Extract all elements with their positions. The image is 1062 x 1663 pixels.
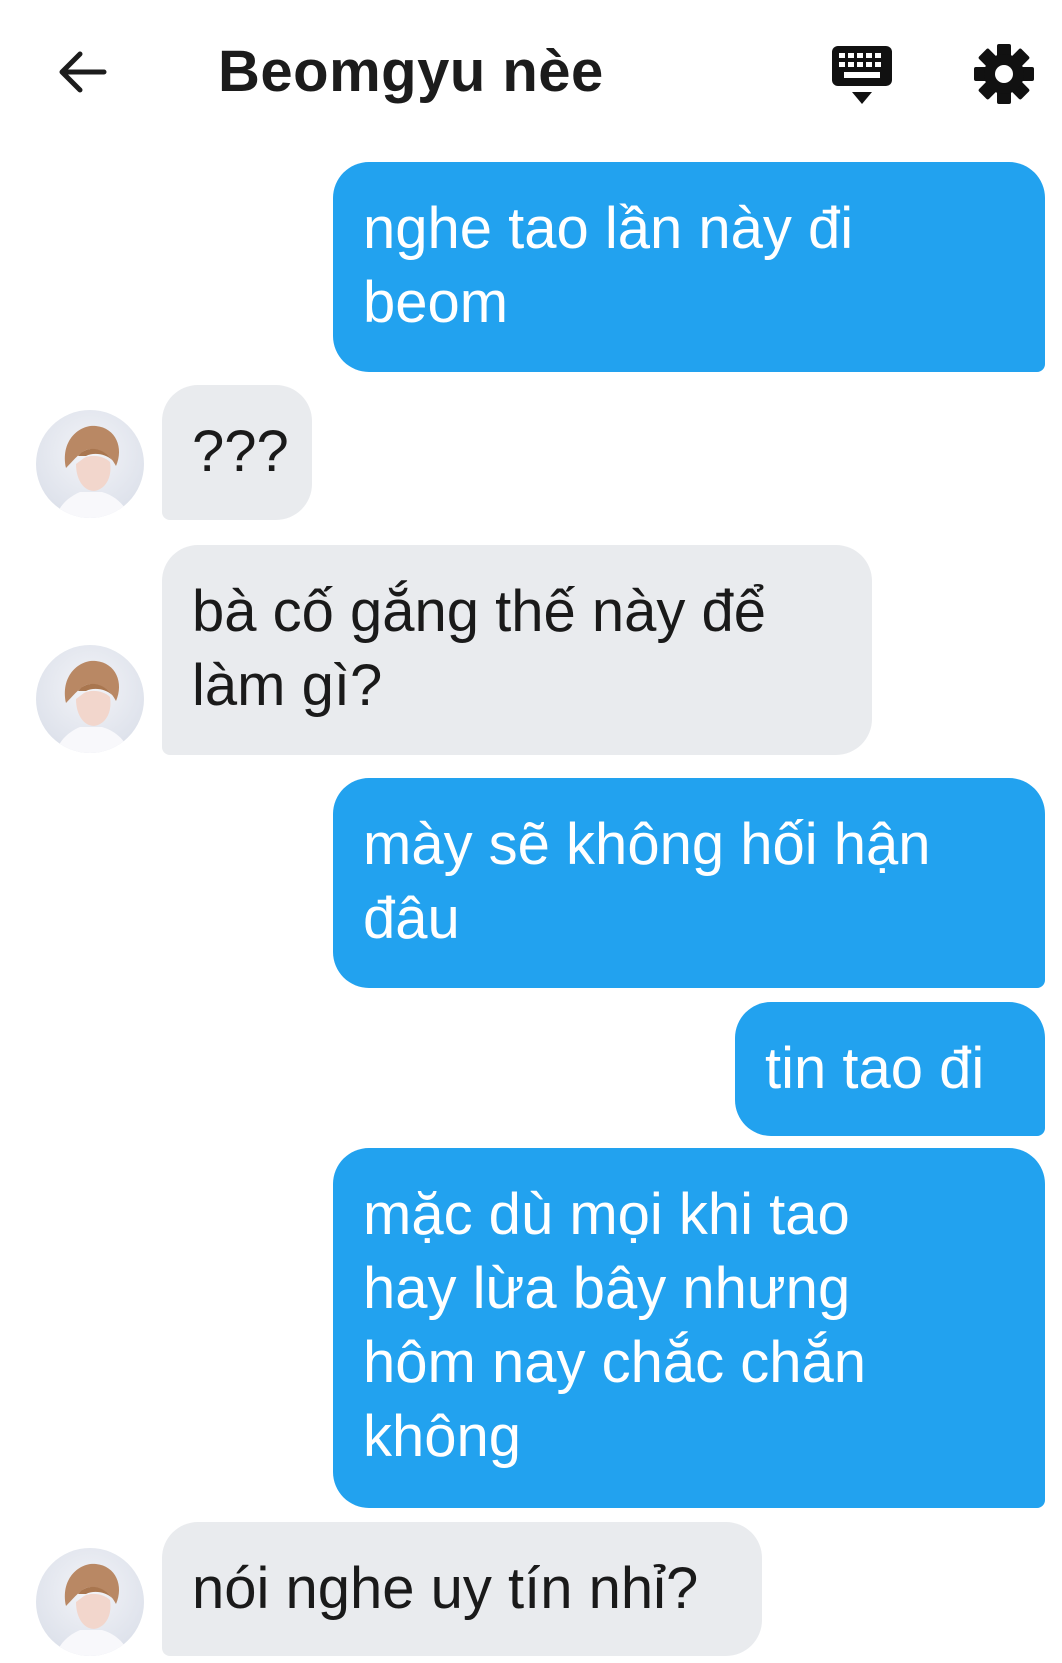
keyboard-icon (832, 46, 892, 104)
contact-avatar-image (56, 1563, 130, 1656)
avatar[interactable] (36, 410, 144, 518)
back-button[interactable] (52, 42, 112, 102)
contact-avatar-image (56, 425, 130, 518)
gear-icon (974, 44, 1034, 104)
message-bubble-received[interactable]: bà cố gắng thế này để làm gì? (162, 545, 872, 755)
chat-header: Beomgyu nèe (0, 0, 1062, 150)
settings-button[interactable] (972, 42, 1036, 106)
contact-avatar-image (56, 660, 130, 753)
keyboard-button[interactable] (826, 42, 906, 112)
message-bubble-sent[interactable]: mặc dù mọi khi tao hay lừa bây nhưng hôm… (333, 1148, 1045, 1508)
message-bubble-received[interactable]: nói nghe uy tín nhỉ? (162, 1522, 762, 1656)
message-bubble-sent[interactable]: mày sẽ không hối hận đâu (333, 778, 1045, 988)
message-bubble-sent[interactable]: tin tao đi (735, 1002, 1045, 1136)
message-bubble-received[interactable]: ??? (162, 385, 312, 520)
avatar[interactable] (36, 645, 144, 753)
arrow-left-icon (59, 51, 107, 93)
message-bubble-sent[interactable]: nghe tao lần này đi beom (333, 162, 1045, 372)
conversation-title: Beomgyu nèe (218, 39, 604, 104)
avatar[interactable] (36, 1548, 144, 1656)
